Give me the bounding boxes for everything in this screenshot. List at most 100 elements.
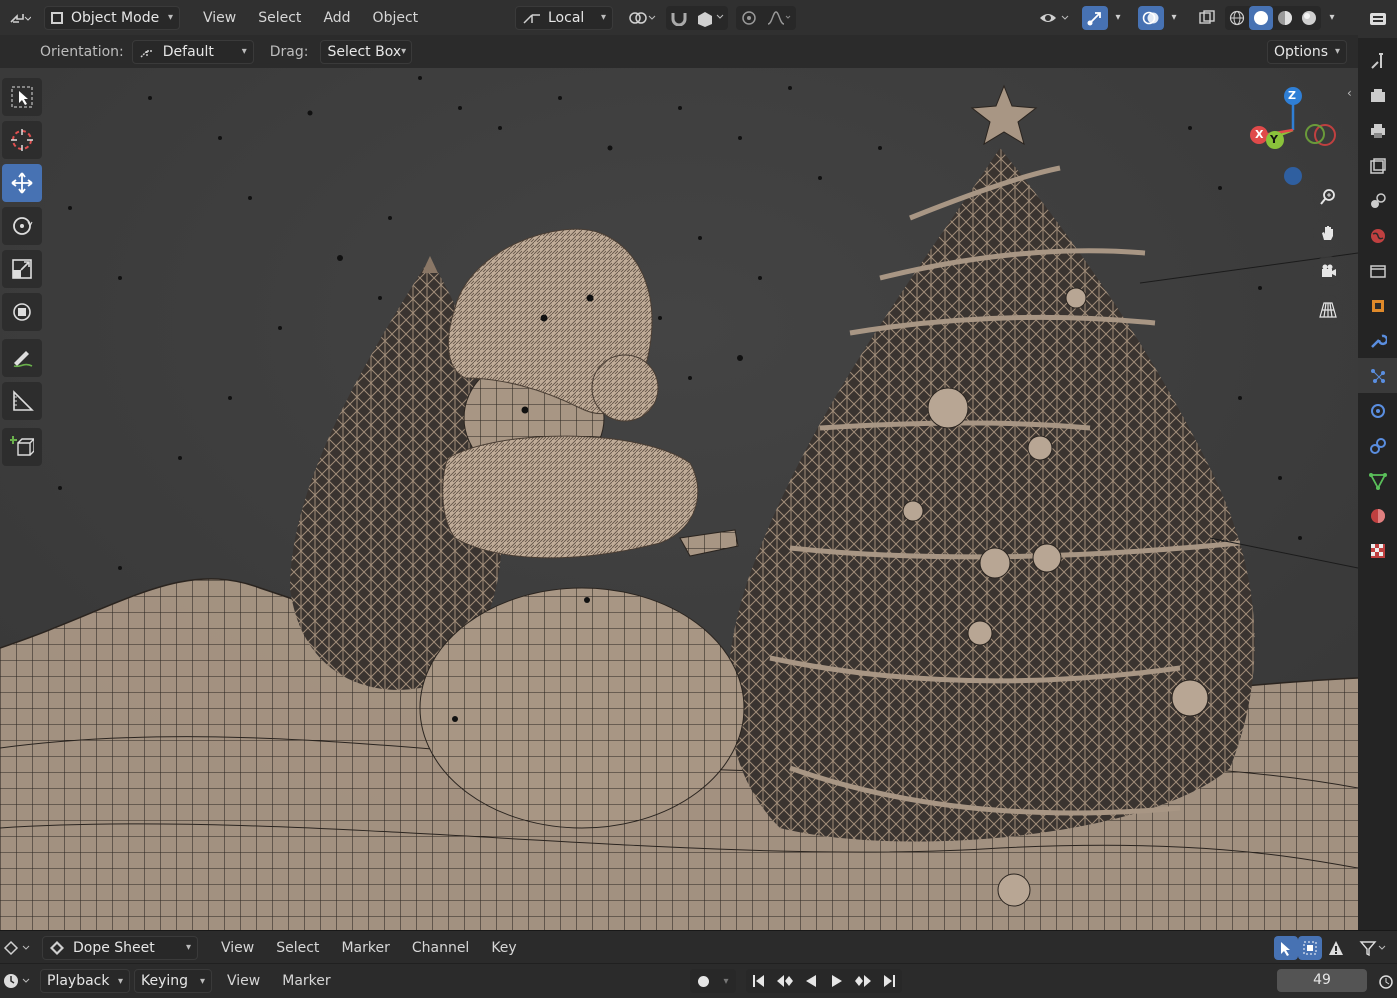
tab-physics[interactable] (1358, 393, 1397, 428)
timeline-clock-button[interactable] (1374, 969, 1397, 993)
prev-keyframe-button[interactable] (772, 969, 798, 993)
gizmo-dropdown[interactable]: ▾ (1108, 6, 1128, 30)
tab-collection[interactable] (1358, 253, 1397, 288)
record-button[interactable] (690, 969, 716, 993)
next-keyframe-button[interactable] (850, 969, 876, 993)
tab-tool[interactable] (1358, 43, 1397, 78)
overlays-dropdown[interactable]: ▾ (1164, 6, 1184, 30)
chevron-down-icon: ▾ (600, 12, 606, 23)
filters-button[interactable] (1355, 936, 1393, 960)
record-options-dropdown[interactable]: ▾ (716, 969, 736, 993)
object-square-icon (1371, 299, 1384, 312)
timeline-menu-view[interactable]: View (216, 973, 271, 989)
play-button[interactable] (824, 969, 850, 993)
play-icon (832, 975, 842, 987)
play-reverse-button[interactable] (798, 969, 824, 993)
dopesheet-editor-type-button[interactable] (2, 936, 34, 960)
sidebar-collapse-arrow-icon[interactable]: ‹ (1347, 86, 1352, 100)
dopesheet-menu-view[interactable]: View (210, 940, 265, 956)
dopesheet-menu-marker[interactable]: Marker (330, 940, 400, 956)
menu-view[interactable]: View (192, 10, 247, 26)
tab-world[interactable] (1358, 218, 1397, 253)
zoom-button[interactable] (1313, 182, 1343, 212)
tab-constraints[interactable] (1358, 428, 1397, 463)
tab-texture[interactable] (1358, 533, 1397, 568)
3d-viewport[interactable]: Z Y X ‹ (0, 68, 1358, 930)
annotate-tool[interactable] (2, 339, 42, 377)
magnet-icon (671, 12, 687, 26)
falloff-button[interactable] (762, 6, 796, 30)
shading-material-button[interactable] (1273, 6, 1297, 30)
add-cube-tool[interactable] (2, 428, 42, 466)
properties-menu-icon (1369, 13, 1386, 25)
snap-target-button[interactable] (692, 6, 728, 30)
orientation-dropdown[interactable]: Default ▾ (131, 39, 254, 64)
playback-dropdown[interactable]: Playback ▾ (40, 969, 130, 993)
pan-button[interactable] (1313, 218, 1343, 248)
jump-start-button[interactable] (746, 969, 772, 993)
shading-rendered-button[interactable] (1297, 6, 1321, 30)
dopesheet-menu-key[interactable]: Key (480, 940, 527, 956)
scene-render (0, 68, 1358, 930)
tab-output[interactable] (1358, 113, 1397, 148)
tab-particles[interactable] (1358, 358, 1397, 393)
move-tool[interactable] (2, 164, 42, 202)
only-errors-toggle[interactable] (1324, 936, 1348, 960)
only-selected-toggle[interactable] (1274, 935, 1298, 960)
menu-select[interactable]: Select (247, 10, 312, 26)
transform-orientation-dropdown[interactable]: Local ▾ (515, 5, 613, 30)
rotate-tool[interactable] (2, 207, 42, 245)
tab-render[interactable] (1358, 78, 1397, 113)
gizmo-toggle[interactable] (1082, 5, 1108, 30)
tab-view-layer[interactable] (1358, 148, 1397, 183)
snap-toggle[interactable] (666, 6, 692, 30)
select-box-tool[interactable] (2, 78, 42, 116)
jump-end-button[interactable] (876, 969, 902, 993)
jump-end-icon (884, 975, 895, 987)
properties-editor-type-button[interactable] (1358, 0, 1397, 38)
xray-toggle[interactable] (1194, 6, 1220, 30)
particles-icon (1370, 368, 1385, 383)
tab-data[interactable] (1358, 463, 1397, 498)
dopesheet-menu-select[interactable]: Select (265, 940, 330, 956)
tab-material[interactable] (1358, 498, 1397, 533)
editor-type-button[interactable] (4, 6, 36, 30)
overlays-toggle[interactable] (1138, 5, 1164, 30)
menu-add[interactable]: Add (312, 10, 361, 26)
options-dropdown[interactable]: Options ▾ (1267, 39, 1347, 64)
tab-scene[interactable] (1358, 183, 1397, 218)
show-hidden-toggle[interactable] (1298, 935, 1322, 960)
menu-object[interactable]: Object (362, 10, 430, 26)
visibility-button[interactable] (1034, 6, 1074, 30)
perspective-toggle-button[interactable] (1313, 295, 1343, 325)
shading-wireframe-button[interactable] (1225, 6, 1249, 30)
ruler-icon (13, 390, 34, 411)
mode-dropdown[interactable]: Object Mode ▾ (44, 5, 180, 30)
snap-group (666, 5, 728, 30)
eye-icon (1040, 13, 1069, 22)
rendered-sphere-icon (1302, 10, 1316, 25)
drag-dropdown[interactable]: Select Box ▾ (320, 39, 413, 64)
timeline-menu-marker[interactable]: Marker (271, 973, 341, 989)
navigation-gizmo[interactable]: Z Y X (1245, 78, 1345, 188)
dopesheet-menu-channel[interactable]: Channel (401, 940, 480, 956)
keying-dropdown[interactable]: Keying ▾ (134, 969, 212, 993)
tab-modifiers[interactable] (1358, 323, 1397, 358)
drag-label: Drag: (269, 43, 309, 60)
tab-object[interactable] (1358, 288, 1397, 323)
shading-dropdown[interactable]: ▾ (1322, 6, 1342, 30)
current-frame-field[interactable]: 49 (1277, 969, 1367, 992)
record-group: ▾ (690, 969, 736, 993)
timeline-editor-type-button[interactable] (2, 969, 34, 993)
dopesheet-mode-dropdown[interactable]: Dope Sheet ▾ (42, 935, 198, 960)
shading-solid-button[interactable] (1249, 5, 1273, 30)
pivot-point-button[interactable] (621, 6, 661, 30)
transform-tool[interactable] (2, 293, 42, 331)
measure-tool[interactable] (2, 382, 42, 420)
hand-icon (1322, 226, 1333, 240)
proportional-edit-toggle[interactable] (736, 6, 762, 30)
cursor-tool[interactable] (2, 121, 42, 159)
camera-view-button[interactable] (1313, 256, 1343, 286)
playback-controls (746, 969, 902, 993)
scale-tool[interactable] (2, 250, 42, 288)
